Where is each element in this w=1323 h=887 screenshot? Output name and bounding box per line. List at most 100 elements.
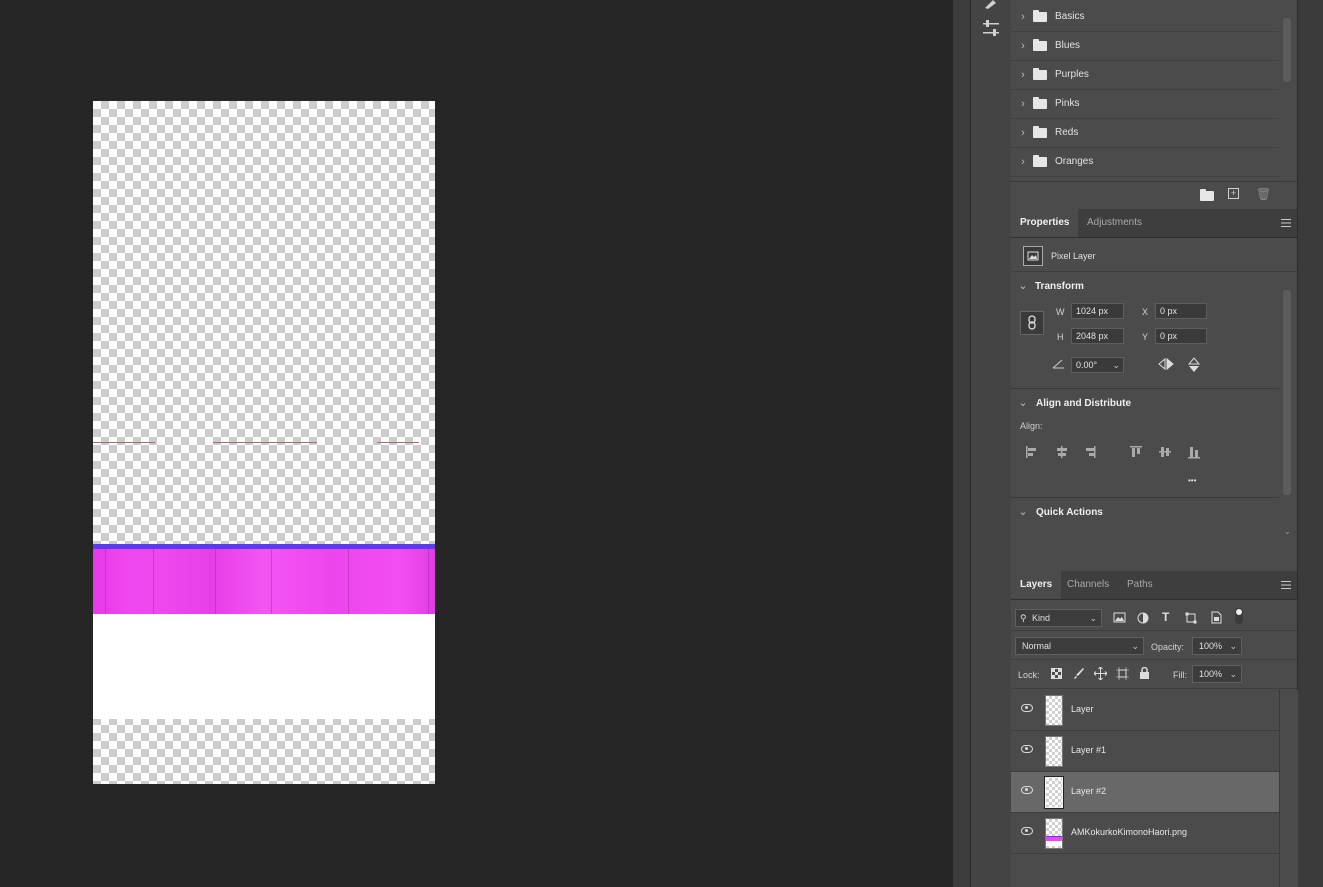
chevron-down-icon[interactable]: ⌄ [1112, 358, 1120, 372]
angle-icon [1052, 359, 1064, 369]
lock-pixels-icon[interactable] [1073, 667, 1085, 680]
chevron-down-icon[interactable]: ⌄ [1017, 396, 1029, 409]
folder-icon [1033, 9, 1047, 22]
width-label: W [1056, 307, 1065, 317]
chevron-right-icon[interactable]: › [1017, 69, 1029, 81]
eye-icon[interactable] [1021, 786, 1033, 794]
swatch-folder[interactable]: › Oranges [1011, 147, 1279, 177]
divider [1011, 659, 1297, 660]
y-field[interactable]: 0 px [1155, 328, 1207, 344]
texture-line [93, 442, 155, 443]
align-bottom-icon[interactable] [1187, 445, 1201, 462]
new-group-icon[interactable] [1200, 189, 1214, 201]
layer-name[interactable]: Layer #2 [1071, 786, 1106, 796]
lock-transparent-icon[interactable] [1051, 668, 1062, 679]
align-left-icon[interactable] [1025, 445, 1039, 462]
swatch-folder-label: Reds [1055, 127, 1079, 138]
layers-scrollbar[interactable] [1279, 690, 1298, 887]
tab-paths[interactable]: Paths [1118, 571, 1162, 599]
layer-thumbnail [1045, 695, 1063, 726]
lock-label: Lock: [1018, 670, 1040, 680]
filter-pixel-icon[interactable] [1113, 612, 1126, 624]
lock-all-icon[interactable] [1139, 667, 1150, 680]
lock-position-icon[interactable] [1094, 667, 1107, 680]
chevron-right-icon[interactable]: › [1017, 127, 1029, 139]
tab-layers[interactable]: Layers [1011, 571, 1062, 599]
panel-menu-icon[interactable] [1281, 219, 1291, 227]
folder-icon [1033, 38, 1047, 51]
layer-name[interactable]: AMKokurkoKimonoHaori.png [1071, 827, 1187, 837]
swatch-folder[interactable]: › Blues [1011, 31, 1279, 61]
new-swatch-icon[interactable]: + [1228, 188, 1239, 199]
tab-channels[interactable]: Channels [1058, 571, 1118, 599]
tab-properties[interactable]: Properties [1011, 209, 1079, 237]
link-icon[interactable] [1020, 311, 1044, 335]
lock-artboard-icon[interactable] [1116, 667, 1129, 680]
chevron-down-icon: ⌄ [1089, 613, 1097, 623]
folder-icon [1033, 154, 1047, 167]
divider [1011, 688, 1297, 689]
filter-shape-icon[interactable] [1185, 612, 1197, 624]
brush-icon[interactable] [983, 0, 999, 10]
panel-collapse-strip[interactable] [1297, 0, 1323, 887]
tab-adjustments[interactable]: Adjustments [1078, 209, 1151, 237]
swatch-folder[interactable]: › Basics [1011, 2, 1279, 32]
chevron-down-icon[interactable]: ⌄ [1017, 279, 1029, 292]
chevron-right-icon[interactable]: › [1017, 156, 1029, 168]
chevron-right-icon[interactable]: › [1017, 98, 1029, 110]
adjustments-icon[interactable] [982, 20, 1000, 38]
flip-horizontal-icon[interactable] [1158, 357, 1174, 371]
swatch-folder[interactable]: › Pinks [1011, 89, 1279, 119]
layer-thumbnail [1045, 736, 1063, 767]
eye-icon[interactable] [1021, 704, 1033, 712]
layer-row[interactable]: AMKokurkoKimonoHaori.png [1011, 813, 1279, 854]
filter-adjustment-icon[interactable] [1137, 612, 1149, 624]
angle-field[interactable]: 0.00° ⌄ [1071, 357, 1124, 373]
filter-kind-value: Kind [1032, 613, 1051, 623]
layer-type-label: Pixel Layer [1051, 251, 1096, 261]
layer-name[interactable]: Layer #1 [1071, 745, 1106, 755]
align-horizontal-center-icon[interactable] [1055, 445, 1069, 462]
layer-name[interactable]: Layer [1071, 704, 1094, 714]
panel-icon-strip [970, 0, 1012, 887]
scroll-down-icon[interactable]: ⌄ [1284, 527, 1291, 536]
document-canvas[interactable] [93, 101, 435, 784]
filter-type-icon[interactable]: T [1162, 610, 1169, 624]
swatches-scrollbar[interactable] [1283, 18, 1291, 82]
properties-tabbar: Properties Adjustments [1011, 209, 1297, 238]
panel-dock-divider[interactable] [953, 0, 970, 887]
chevron-down-icon: ⌄ [1229, 669, 1237, 679]
layer-row-selected[interactable]: Layer #2 [1011, 772, 1279, 813]
more-options-icon[interactable]: ••• [1188, 476, 1196, 485]
opacity-field[interactable]: 100% ⌄ [1192, 637, 1242, 655]
height-field[interactable]: 2048 px [1071, 328, 1124, 344]
panel-menu-icon[interactable] [1281, 581, 1291, 589]
filter-toggle[interactable] [1235, 608, 1243, 624]
canvas-area[interactable] [0, 0, 953, 887]
chevron-down-icon[interactable]: ⌄ [1017, 505, 1029, 518]
layer-thumbnail [1044, 776, 1064, 809]
fill-value: 100% [1199, 669, 1223, 679]
align-right-icon[interactable] [1083, 445, 1097, 462]
trash-icon[interactable]: 🗑 [1256, 187, 1271, 201]
chevron-right-icon[interactable]: › [1017, 40, 1029, 52]
blend-mode-select[interactable]: Normal ⌄ [1015, 637, 1144, 655]
eye-icon[interactable] [1021, 827, 1033, 835]
align-vertical-center-icon[interactable] [1158, 445, 1172, 462]
layer-row[interactable]: Layer #1 [1011, 731, 1279, 772]
filter-smart-object-icon[interactable] [1210, 611, 1222, 624]
width-field[interactable]: 1024 px [1071, 303, 1124, 319]
eye-icon[interactable] [1021, 745, 1033, 753]
x-field[interactable]: 0 px [1155, 303, 1207, 319]
chevron-right-icon[interactable]: › [1017, 11, 1029, 23]
swatch-folder[interactable]: › Reds [1011, 118, 1279, 148]
layer-row[interactable]: Layer [1011, 690, 1279, 731]
filter-kind-select[interactable]: Kind ⌄ ⚲ [1015, 609, 1102, 627]
fill-field[interactable]: 100% ⌄ [1192, 665, 1242, 683]
pixel-layer-icon [1023, 246, 1043, 266]
folder-icon [1033, 96, 1047, 109]
swatch-folder[interactable]: › Purples [1011, 60, 1279, 90]
align-top-icon[interactable] [1129, 445, 1143, 462]
flip-vertical-icon[interactable] [1187, 357, 1201, 373]
properties-scrollbar[interactable] [1283, 290, 1291, 495]
